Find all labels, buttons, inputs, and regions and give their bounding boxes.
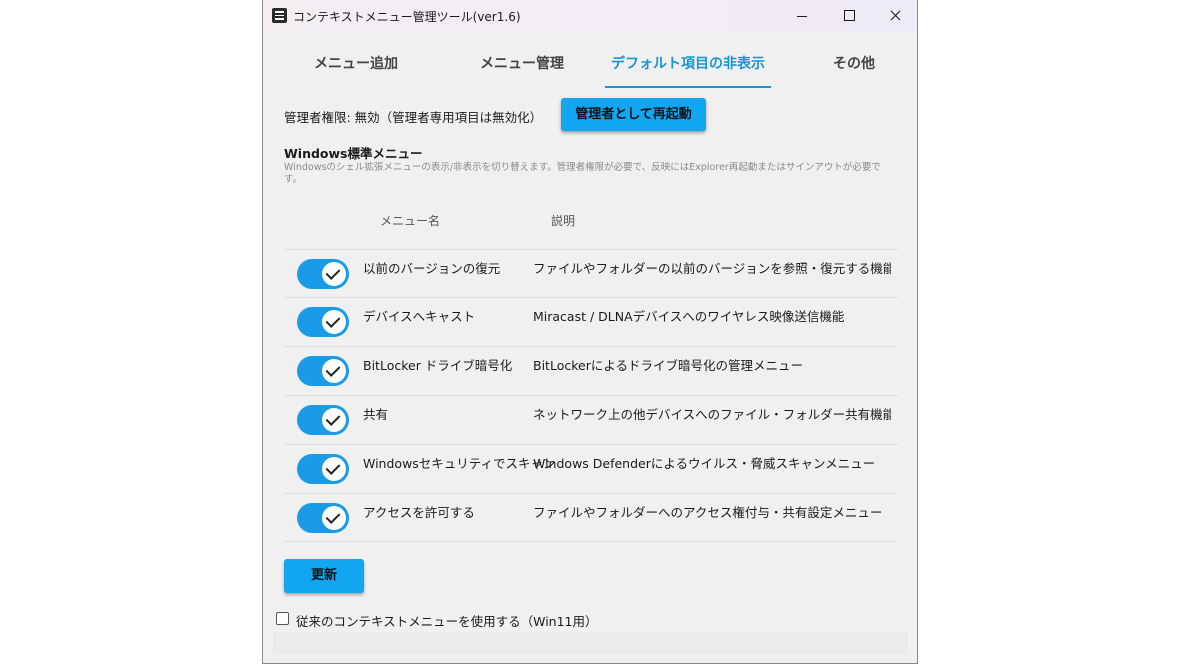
- menu-description: ネットワーク上の他デバイスへのファイル・フォルダー共有機能: [533, 407, 891, 422]
- refresh-button[interactable]: 更新: [284, 559, 364, 593]
- legacy-menu-checkbox[interactable]: [276, 612, 289, 625]
- close-button[interactable]: [872, 0, 917, 32]
- check-icon: [325, 411, 341, 426]
- check-icon: [325, 265, 341, 280]
- menu-description: ファイルやフォルダーの以前のバージョンを参照・復元する機能（ポリュ: [533, 261, 891, 276]
- check-icon: [325, 509, 341, 524]
- check-icon: [325, 313, 341, 328]
- toggle-switch[interactable]: [297, 307, 349, 337]
- table-header: メニュー名 説明: [284, 212, 898, 232]
- minimize-button[interactable]: [779, 0, 825, 32]
- toggle-switch[interactable]: [297, 259, 349, 289]
- menu-name: 以前のバージョンの復元: [363, 261, 501, 276]
- toggle-knob: [322, 457, 346, 481]
- toggle-knob: [322, 408, 346, 432]
- restart-as-admin-button[interactable]: 管理者として再起動: [561, 98, 706, 131]
- toggle-knob: [322, 359, 346, 383]
- tab-hide-default-items[interactable]: デフォルト項目の非表示: [605, 46, 771, 88]
- toggle-switch[interactable]: [297, 454, 349, 484]
- table-row: Windowsセキュリティでスキャン Windows Defenderによるウイ…: [284, 444, 898, 492]
- tab-manage-menu[interactable]: メニュー管理: [439, 46, 605, 88]
- menu-name: アクセスを許可する: [363, 505, 475, 520]
- table-row: デバイスへキャスト Miracast / DLNAデバイスへのワイヤレス映像送信…: [284, 297, 898, 345]
- menu-name: BitLocker ドライブ暗号化: [363, 358, 513, 373]
- toggle-switch[interactable]: [297, 405, 349, 435]
- check-icon: [325, 460, 341, 475]
- menu-name: 共有: [363, 407, 389, 422]
- table-row: BitLocker ドライブ暗号化 BitLockerによるドライブ暗号化の管理…: [284, 346, 898, 394]
- check-icon: [325, 362, 341, 377]
- menu-name: デバイスへキャスト: [363, 309, 476, 324]
- maximize-button[interactable]: [826, 0, 872, 32]
- toggle-switch[interactable]: [297, 356, 349, 386]
- column-header-name: メニュー名: [380, 214, 441, 228]
- table-row: アクセスを許可する ファイルやフォルダーへのアクセス権付与・共有設定メニュー: [284, 493, 898, 542]
- menu-description: Windows Defenderによるウイルス・脅威スキャンメニュー: [533, 456, 876, 471]
- menu-description: BitLockerによるドライブ暗号化の管理メニュー: [533, 358, 803, 373]
- table-row: 以前のバージョンの復元 ファイルやフォルダーの以前のバージョンを参照・復元する機…: [284, 249, 898, 297]
- toggle-switch[interactable]: [297, 503, 349, 533]
- table-row: 共有 ネットワーク上の他デバイスへのファイル・フォルダー共有機能: [284, 395, 898, 443]
- tab-other[interactable]: その他: [771, 46, 917, 88]
- list-icon: [272, 8, 287, 23]
- section-description: Windowsのシェル拡張メニューの表示/非表示を切り替えます。管理者権限が必要…: [284, 162, 881, 185]
- app-window: コンテキストメニュー管理ツール(ver1.6) メニュー追加 メニュー管理 デフ…: [262, 0, 918, 664]
- tab-bar: メニュー追加 メニュー管理 デフォルト項目の非表示 その他: [273, 46, 909, 88]
- window-title: コンテキストメニュー管理ツール(ver1.6): [293, 10, 521, 24]
- legacy-menu-label: 従来のコンテキストメニューを使用する（Win11用）: [296, 614, 598, 629]
- title-bar[interactable]: コンテキストメニュー管理ツール(ver1.6): [263, 0, 917, 32]
- section-title: Windows標準メニュー: [284, 146, 423, 161]
- toggle-knob: [322, 310, 346, 334]
- column-header-description: 説明: [551, 214, 576, 228]
- menu-description: ファイルやフォルダーへのアクセス権付与・共有設定メニュー: [533, 505, 883, 520]
- admin-status-label: 管理者権限: 無効（管理者専用項目は無効化）: [284, 110, 543, 125]
- menu-name: Windowsセキュリティでスキャン: [363, 456, 556, 471]
- toggle-knob: [322, 262, 346, 286]
- status-bar: [273, 632, 908, 654]
- toggle-knob: [322, 506, 346, 530]
- tab-add-menu[interactable]: メニュー追加: [273, 46, 439, 88]
- menu-description: Miracast / DLNAデバイスへのワイヤレス映像送信機能: [533, 309, 845, 324]
